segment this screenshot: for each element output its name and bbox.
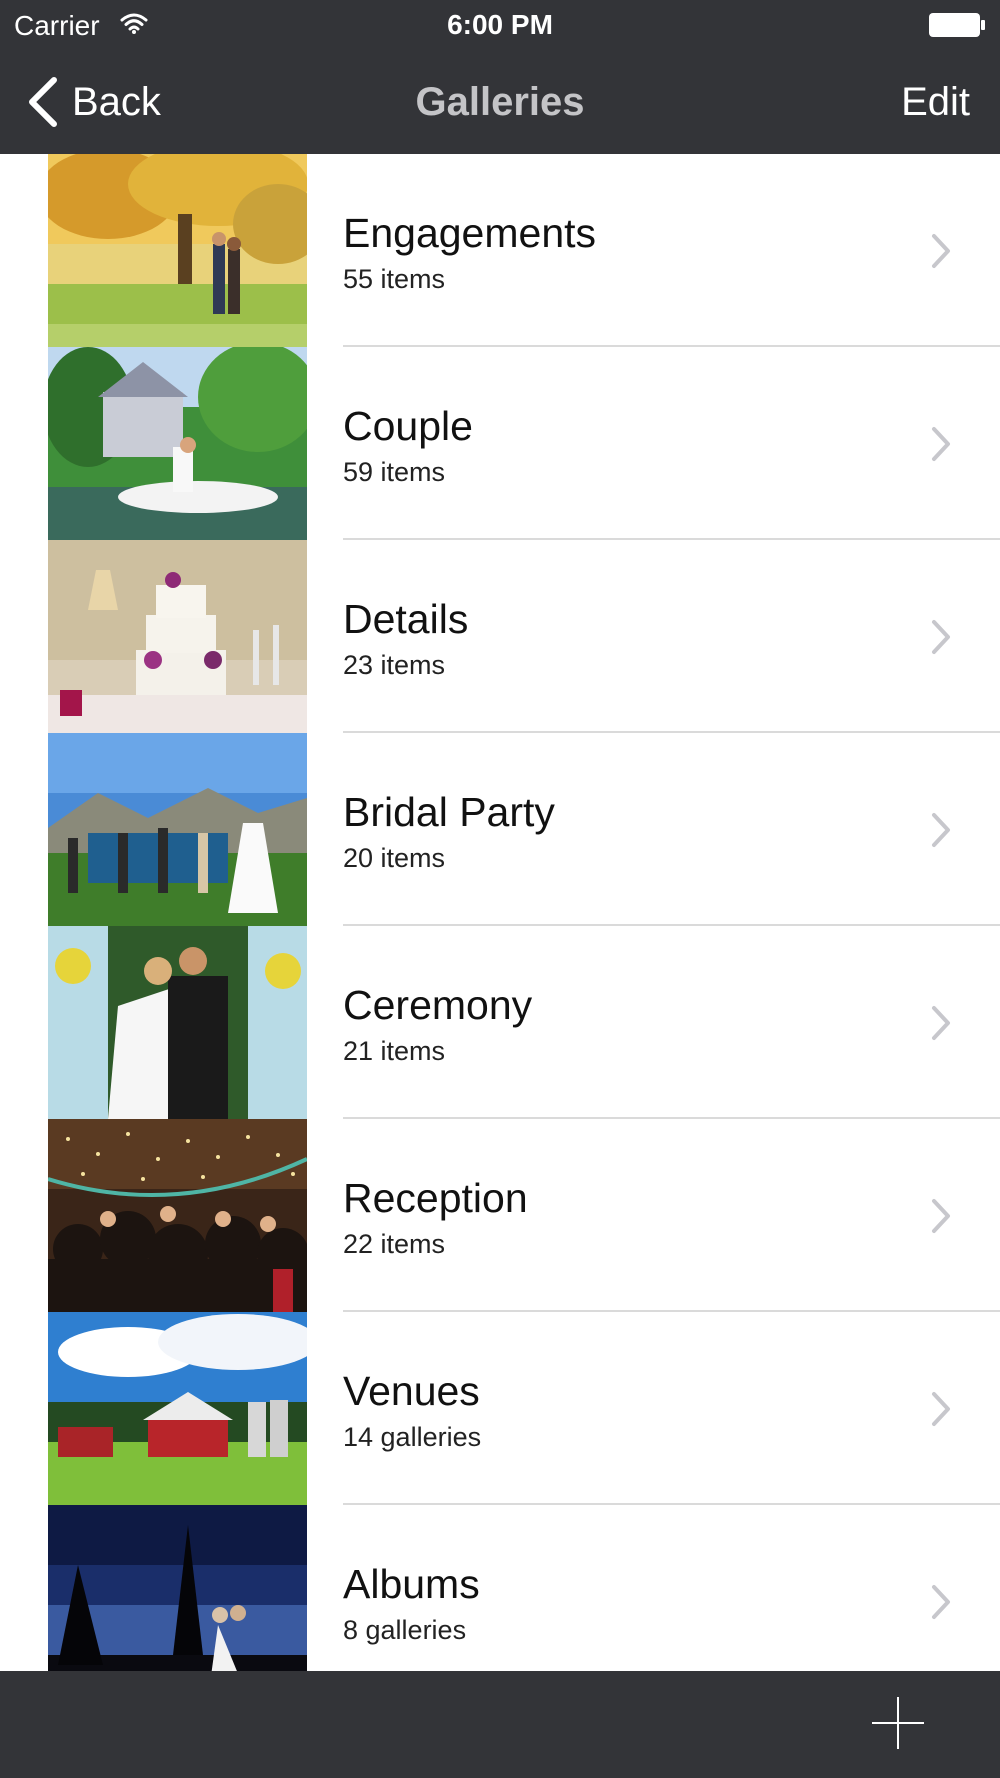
status-bar: Carrier 6:00 PM xyxy=(0,0,1000,50)
status-time: 6:00 PM xyxy=(447,9,553,40)
gallery-title: Couple xyxy=(343,403,473,449)
gallery-count: 20 items xyxy=(343,843,446,873)
gallery-title: Bridal Party xyxy=(343,789,555,835)
gallery-title: Ceremony xyxy=(343,982,533,1028)
navigation-bar: Back Galleries Edit xyxy=(0,50,1000,154)
back-button[interactable]: Back xyxy=(26,74,161,130)
chevron-right-icon xyxy=(932,427,950,461)
gallery-list: Engagements 55 items Couple 59 items Det… xyxy=(0,154,1000,1671)
battery-full-icon xyxy=(929,13,985,37)
gallery-count: 55 items xyxy=(343,264,446,294)
chevron-right-icon xyxy=(932,1392,950,1426)
gallery-row-albums[interactable]: Albums 8 galleries xyxy=(0,1505,1000,1671)
gallery-count: 59 items xyxy=(343,457,446,487)
gallery-thumbnail-ceremony xyxy=(48,926,307,1119)
gallery-title: Venues xyxy=(343,1368,480,1414)
gallery-count: 14 galleries xyxy=(343,1422,482,1452)
bottom-toolbar xyxy=(0,1671,1000,1778)
gallery-thumbnail-details xyxy=(48,540,307,733)
gallery-row-venues[interactable]: Venues 14 galleries xyxy=(0,1312,1000,1505)
gallery-title: Albums xyxy=(343,1561,480,1607)
gallery-title: Details xyxy=(343,596,469,642)
edit-button[interactable]: Edit xyxy=(901,80,970,125)
chevron-right-icon xyxy=(932,1006,950,1040)
gallery-row-details[interactable]: Details 23 items xyxy=(0,540,1000,733)
gallery-row-bridal-party[interactable]: Bridal Party 20 items xyxy=(0,733,1000,926)
gallery-row-reception[interactable]: Reception 22 items xyxy=(0,1119,1000,1312)
back-label: Back xyxy=(72,79,161,124)
plus-icon[interactable] xyxy=(870,1695,926,1751)
gallery-row-couple[interactable]: Couple 59 items xyxy=(0,347,1000,540)
chevron-right-icon xyxy=(932,234,950,268)
chevron-right-icon xyxy=(932,813,950,847)
gallery-count: 21 items xyxy=(343,1036,446,1066)
chevron-right-icon xyxy=(932,1585,950,1619)
top-bar: Carrier 6:00 PM Back Galleries Edit xyxy=(0,0,1000,154)
gallery-count: 22 items xyxy=(343,1229,446,1259)
gallery-count: 8 galleries xyxy=(343,1615,467,1645)
gallery-thumbnail-couple xyxy=(48,347,307,540)
gallery-thumbnail-reception xyxy=(48,1119,307,1312)
gallery-count: 23 items xyxy=(343,650,446,680)
chevron-right-icon xyxy=(932,1199,950,1233)
gallery-thumbnail-albums xyxy=(48,1505,307,1671)
gallery-thumbnail-engagements xyxy=(48,154,307,347)
gallery-thumbnail-venues xyxy=(48,1312,307,1505)
gallery-row-engagements[interactable]: Engagements 55 items xyxy=(0,154,1000,347)
chevron-right-icon xyxy=(932,620,950,654)
gallery-thumbnail-bridal-party xyxy=(48,733,307,926)
gallery-title: Reception xyxy=(343,1175,528,1221)
gallery-row-ceremony[interactable]: Ceremony 21 items xyxy=(0,926,1000,1119)
gallery-title: Engagements xyxy=(343,210,597,256)
chevron-left-icon xyxy=(29,77,57,127)
